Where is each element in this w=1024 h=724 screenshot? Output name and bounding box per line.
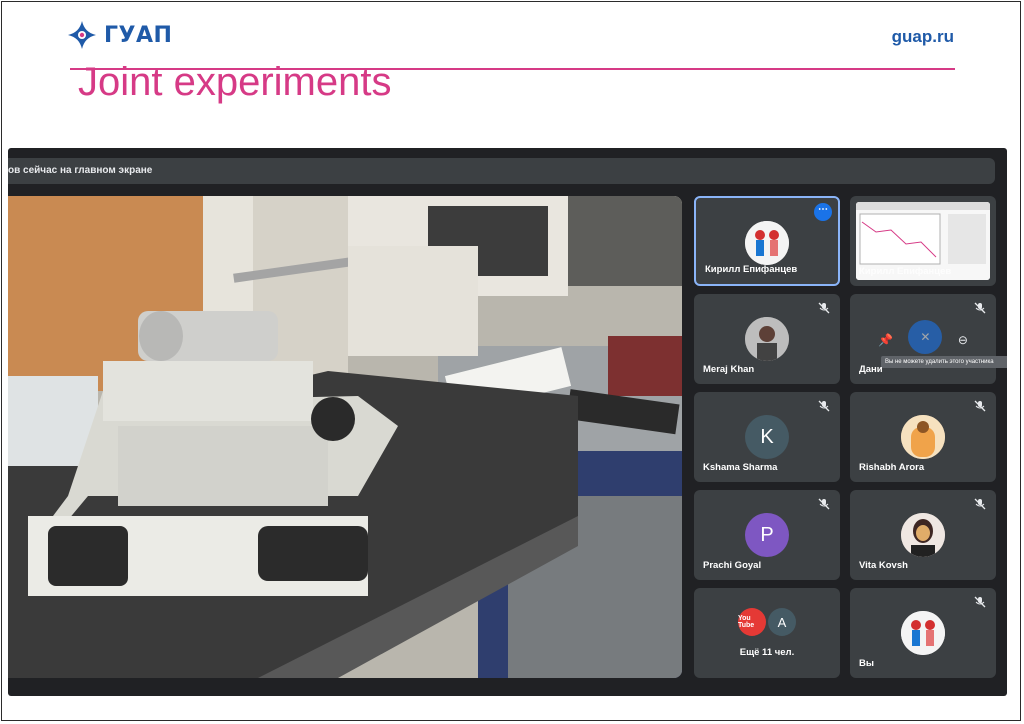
mic-off-icon	[818, 302, 830, 314]
avatar	[901, 611, 945, 655]
avatar-letter: A	[768, 608, 796, 636]
avatar	[901, 415, 945, 459]
tile-controls: 📌 ✕ ⊖	[878, 320, 968, 354]
guap-logo: ГУАП	[66, 19, 172, 51]
participant-name: Кирилл Епифанцев	[859, 266, 952, 277]
mute-participant-icon[interactable]: ✕	[908, 320, 943, 354]
tooltip: Вы не можете удалить этого участника	[881, 356, 1007, 368]
more-options-icon[interactable]: ⋯	[814, 203, 832, 221]
logo-text: ГУАП	[104, 22, 173, 48]
avatar-letter: P	[745, 513, 789, 557]
participant-name: Prachi Goyal	[703, 560, 762, 571]
participant-tile-dani[interactable]: 📌 ✕ ⊖ Вы не можете удалить этого участни…	[850, 294, 1007, 384]
main-video[interactable]	[8, 196, 682, 678]
participant-tile-vita[interactable]: Vita Kovsh	[850, 490, 996, 580]
participant-tile-kirill[interactable]: ⋯ Кирилл Епифанцев	[694, 196, 840, 286]
mic-off-icon	[818, 498, 830, 510]
participant-name: Кирилл Епифанцев	[705, 264, 798, 275]
pin-icon[interactable]: 📌	[878, 333, 893, 347]
banner-text: ов сейчас на главном экране	[8, 165, 153, 176]
presentation-banner: ов сейчас на главном экране	[8, 158, 995, 184]
participant-tile-screen[interactable]: Кирилл Епифанцев	[850, 196, 996, 286]
participant-name: Rishabh Arora	[859, 462, 925, 473]
guap-emblem-icon	[68, 21, 96, 49]
avatar	[745, 221, 789, 265]
participant-name: Вы	[859, 658, 874, 669]
youtube-avatar: You Tube	[738, 608, 766, 636]
more-participants-tile[interactable]: You Tube A Ещё 11 чел.	[694, 588, 840, 678]
mic-off-icon	[974, 498, 986, 510]
participant-name: Vita Kovsh	[859, 560, 908, 571]
meet-window: ов сейчас на главном экране ⋯ Кирилл Епи…	[8, 148, 1007, 696]
mic-off-icon	[974, 596, 986, 608]
participant-tile-prachi[interactable]: P Prachi Goyal	[694, 490, 840, 580]
site-url[interactable]: guap.ru	[892, 27, 954, 47]
participant-tile-you[interactable]: Вы	[850, 588, 996, 678]
more-participants-label: Ещё 11 чел.	[739, 647, 795, 658]
avatar	[901, 513, 945, 557]
remove-participant-icon[interactable]: ⊖	[958, 333, 968, 347]
avatar	[745, 317, 789, 361]
participant-name: Kshama Sharma	[703, 462, 778, 473]
participant-tile-rishabh[interactable]: Rishabh Arora	[850, 392, 996, 482]
more-avatars: You Tube A	[738, 608, 798, 636]
participant-name: Meraj Khan	[703, 364, 755, 375]
slide-title: Joint experiments	[78, 60, 392, 104]
avatar-letter: K	[745, 415, 789, 459]
lab-microscope-image	[8, 196, 682, 678]
mic-off-icon	[974, 302, 986, 314]
participant-tile-kshama[interactable]: K Kshama Sharma	[694, 392, 840, 482]
participant-tile-meraj[interactable]: Meraj Khan	[694, 294, 840, 384]
mic-off-icon	[974, 400, 986, 412]
mic-off-icon	[818, 400, 830, 412]
participant-name: Дани	[859, 364, 883, 375]
